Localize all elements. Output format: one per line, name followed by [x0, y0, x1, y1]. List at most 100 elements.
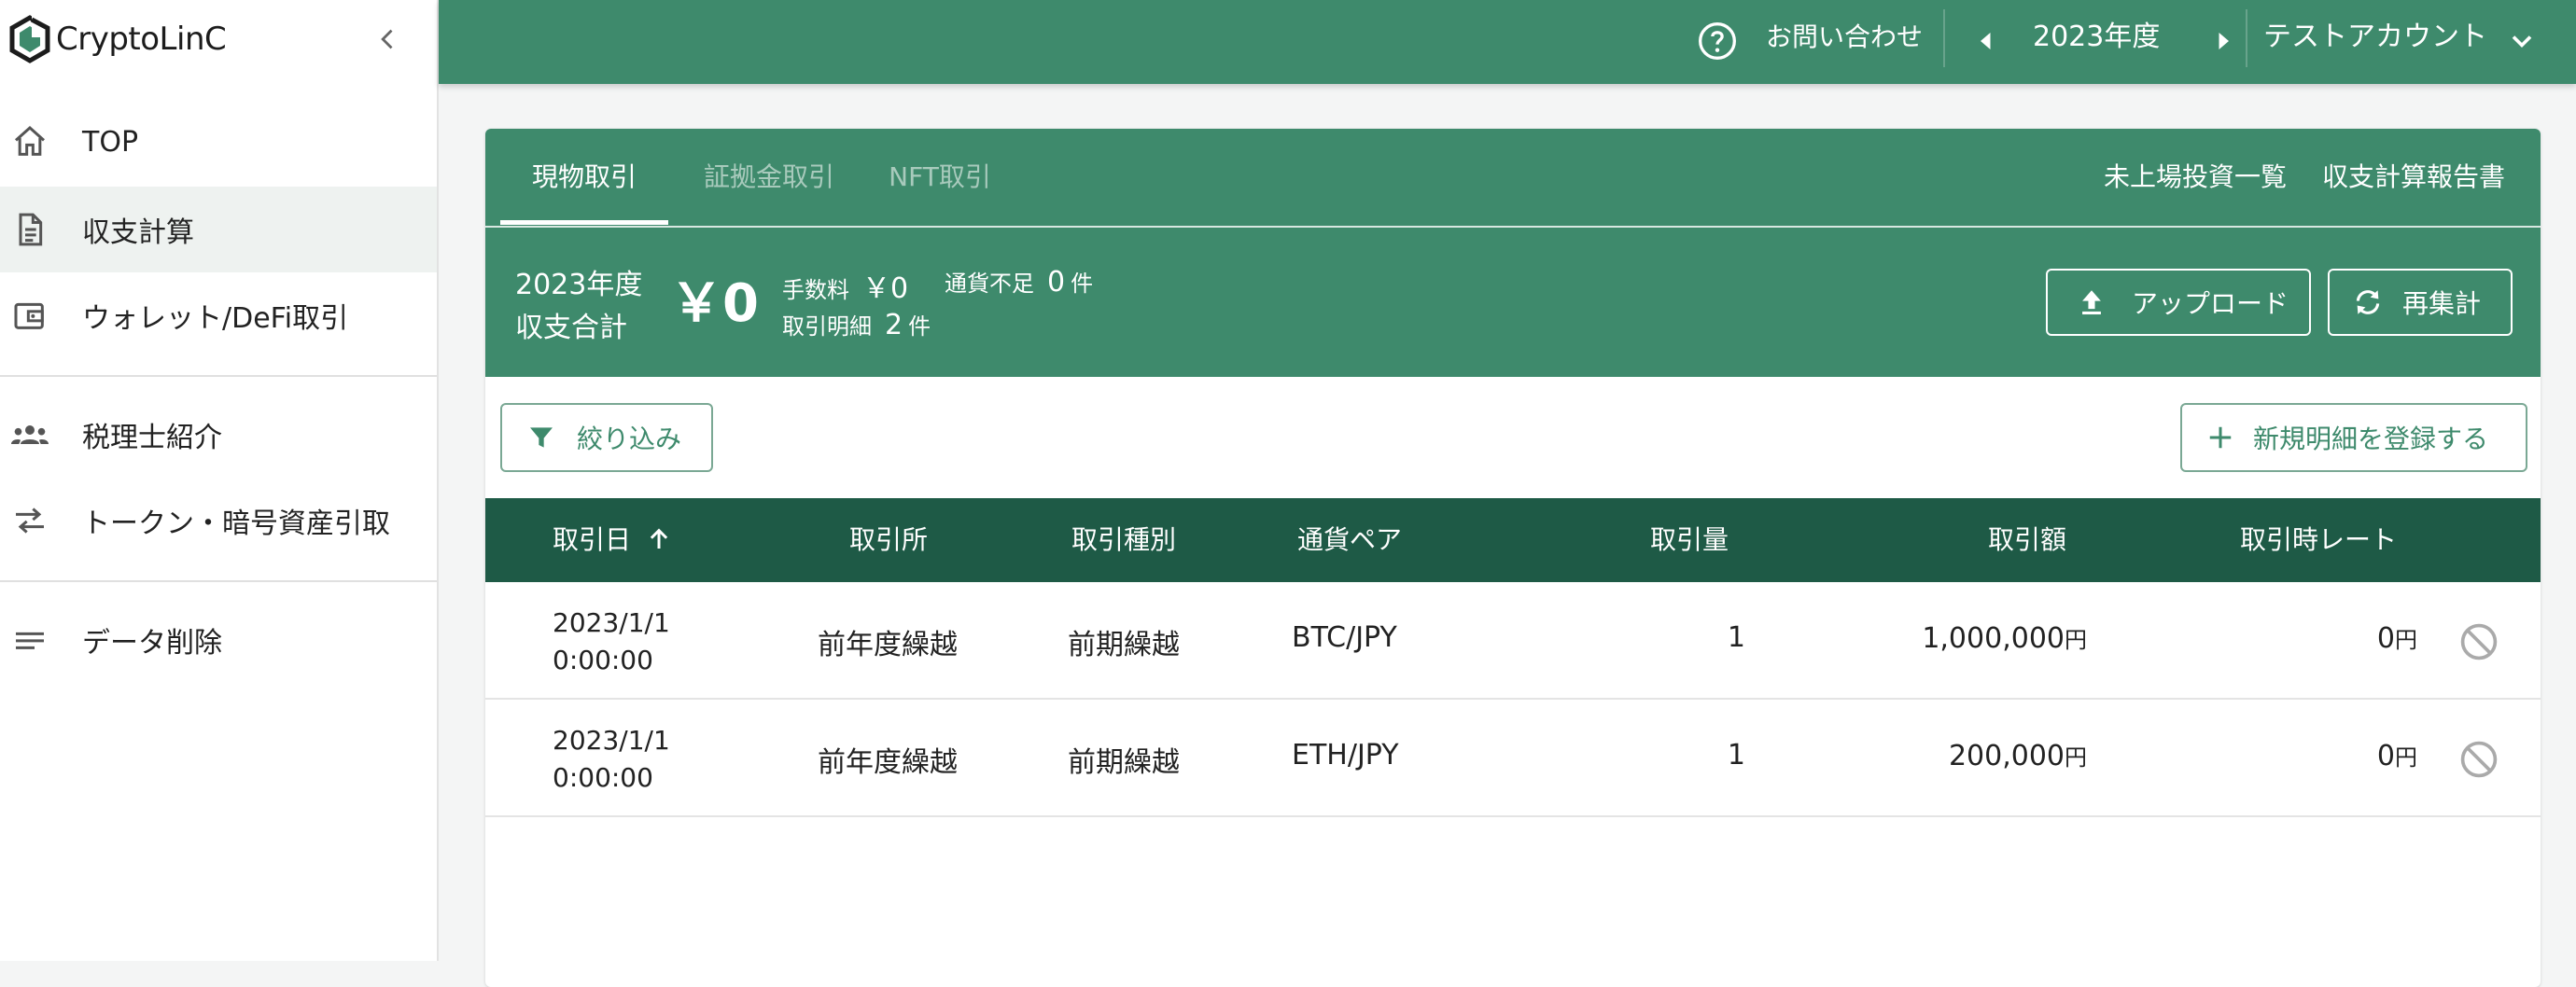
- cell-quantity: 1: [1727, 739, 1745, 772]
- transactions-card: 現物取引 証拠金取引 NFT取引 未上場投資一覧 収支計算報告書 2023年度 …: [485, 129, 2541, 987]
- chevron-left-icon: [381, 29, 393, 49]
- shortage-unit: 件: [1071, 271, 1094, 297]
- column-header-amount[interactable]: 取引額: [1988, 498, 2066, 582]
- time-value: 0:00:00: [553, 645, 653, 675]
- upload-button[interactable]: アップロード: [2046, 269, 2311, 336]
- disable-icon[interactable]: [2458, 739, 2499, 780]
- shortage-summary: 通貨不足 0 件: [945, 265, 1093, 299]
- sidebar-item-label: TOP: [82, 125, 139, 159]
- top-bar: お問い合わせ 2023年度 テストアカウント: [439, 0, 2576, 84]
- cell-amount: 1,000,000円: [1867, 621, 2087, 655]
- shortage-value: 0: [1047, 266, 1066, 299]
- people-icon: [9, 414, 50, 455]
- lines-icon: [9, 619, 50, 660]
- amount-unit: 円: [2065, 627, 2087, 653]
- amount-unit: 円: [2065, 744, 2087, 771]
- cell-amount: 200,000円: [1867, 739, 2087, 772]
- column-header-exchange[interactable]: 取引所: [849, 498, 928, 582]
- recalculate-button[interactable]: 再集計: [2328, 269, 2513, 336]
- filter-label: 絞り込み: [577, 424, 682, 454]
- column-header-rate[interactable]: 取引時レート: [2240, 498, 2397, 582]
- sidebar-item-token-buyback[interactable]: トークン・暗号資産引取: [0, 478, 437, 563]
- rate-unit: 円: [2395, 627, 2417, 653]
- sidebar-item-label: 税理士紹介: [82, 422, 222, 454]
- recalculate-label: 再集計: [2402, 288, 2482, 319]
- tab-margin-trading[interactable]: 証拠金取引: [683, 129, 855, 226]
- rate-value: 0: [2376, 622, 2395, 655]
- account-menu[interactable]: テストアカウント: [2263, 0, 2487, 75]
- amount-value: 200,000: [1948, 740, 2065, 772]
- swap-icon: [9, 500, 50, 541]
- home-icon: [9, 121, 50, 162]
- disable-icon[interactable]: [2458, 621, 2499, 662]
- sidebar-item-tax-accountant[interactable]: 税理士紹介: [0, 392, 437, 478]
- sidebar-divider: [0, 375, 437, 377]
- card-header: 現物取引 証拠金取引 NFT取引 未上場投資一覧 収支計算報告書 2023年度 …: [485, 129, 2541, 377]
- shortage-label: 通貨不足: [945, 271, 1034, 297]
- add-new-entry-label: 新規明細を登録する: [2253, 424, 2489, 454]
- sidebar-item-label: データ削除: [82, 627, 222, 660]
- sidebar-item-calculation[interactable]: 収支計算: [0, 187, 437, 272]
- filter-button[interactable]: 絞り込み: [500, 403, 713, 472]
- rate-value: 0: [2376, 740, 2395, 772]
- tab-spot-trading[interactable]: 現物取引: [500, 129, 668, 226]
- upload-label: アップロード: [2132, 288, 2289, 319]
- tab-nft-trading[interactable]: NFT取引: [870, 129, 1010, 226]
- brand[interactable]: CryptoLinC: [7, 13, 227, 65]
- details-unit: 件: [908, 313, 931, 340]
- cell-date: 2023/1/1 0:00:00: [553, 605, 670, 679]
- sort-ascending-icon: [650, 528, 668, 549]
- document-icon: [9, 209, 50, 250]
- chevron-down-icon[interactable]: [2505, 24, 2539, 58]
- cell-rate: 0円: [2240, 621, 2417, 655]
- next-year-icon[interactable]: [2206, 24, 2240, 58]
- cell-pair: ETH/JPY: [1292, 739, 1399, 772]
- previous-year-icon[interactable]: [1969, 24, 2003, 58]
- refresh-icon: [2356, 290, 2380, 314]
- rate-unit: 円: [2395, 744, 2417, 771]
- details-summary: 取引明細 2 件: [782, 308, 931, 341]
- date-value: 2023/1/1: [553, 607, 670, 638]
- amount-value: 1,000,000: [1922, 622, 2065, 655]
- column-header-type[interactable]: 取引種別: [1071, 498, 1176, 582]
- sidebar-divider: [0, 580, 437, 582]
- column-header-label: 取引日: [553, 524, 632, 555]
- brand-name: CryptoLinC: [56, 21, 227, 58]
- details-value: 2: [885, 309, 903, 341]
- cell-exchange: 前年度繰越: [818, 629, 958, 661]
- summary-label: 収支合計: [515, 312, 627, 344]
- table-header: 取引日 取引所 取引種別 通貨ペア 取引量 取引額 取引時レート: [485, 498, 2541, 582]
- add-new-entry-button[interactable]: 新規明細を登録する: [2180, 403, 2527, 472]
- table-row[interactable]: 2023/1/1 0:00:00 前年度繰越 前期繰越 BTC/JPY 1 1,…: [485, 582, 2541, 700]
- fiscal-year-label[interactable]: 2023年度: [2033, 0, 2160, 75]
- contact-link[interactable]: お問い合わせ: [1766, 0, 1923, 75]
- cell-rate: 0円: [2240, 739, 2417, 772]
- details-label: 取引明細: [782, 313, 872, 340]
- sidebar-item-wallet[interactable]: ウォレット/DeFi取引: [0, 272, 437, 358]
- sidebar-item-top[interactable]: TOP: [0, 99, 437, 185]
- cryptolinc-logo-icon: [9, 15, 52, 63]
- filter-icon: [530, 427, 553, 448]
- sidebar-item-label: 収支計算: [82, 216, 194, 249]
- collapse-sidebar-button[interactable]: [370, 21, 407, 58]
- plus-icon: [2209, 426, 2232, 449]
- income-report-link[interactable]: 収支計算報告書: [2322, 129, 2505, 226]
- active-tab-indicator: [500, 220, 668, 225]
- column-header-date[interactable]: 取引日: [553, 498, 673, 582]
- summary-year: 2023年度: [515, 269, 643, 301]
- topbar-divider: [2246, 9, 2247, 67]
- sidebar-item-delete-data[interactable]: データ削除: [0, 597, 437, 683]
- cell-type: 前期繰越: [1068, 746, 1180, 779]
- table-row[interactable]: 2023/1/1 0:00:00 前年度繰越 前期繰越 ETH/JPY 1 20…: [485, 700, 2541, 817]
- time-value: 0:00:00: [553, 762, 653, 793]
- sidebar-item-label: ウォレット/DeFi取引: [82, 302, 349, 335]
- topbar-divider: [1943, 9, 1945, 67]
- column-header-pair[interactable]: 通貨ペア: [1297, 498, 1402, 582]
- column-header-quantity[interactable]: 取引量: [1650, 498, 1729, 582]
- summary-total: ￥0: [670, 273, 759, 334]
- help-icon[interactable]: [1697, 21, 1738, 62]
- date-value: 2023/1/1: [553, 725, 670, 756]
- cell-date: 2023/1/1 0:00:00: [553, 722, 670, 797]
- unlisted-investments-link[interactable]: 未上場投資一覧: [2104, 129, 2287, 226]
- fee-label: 手数料: [782, 277, 849, 303]
